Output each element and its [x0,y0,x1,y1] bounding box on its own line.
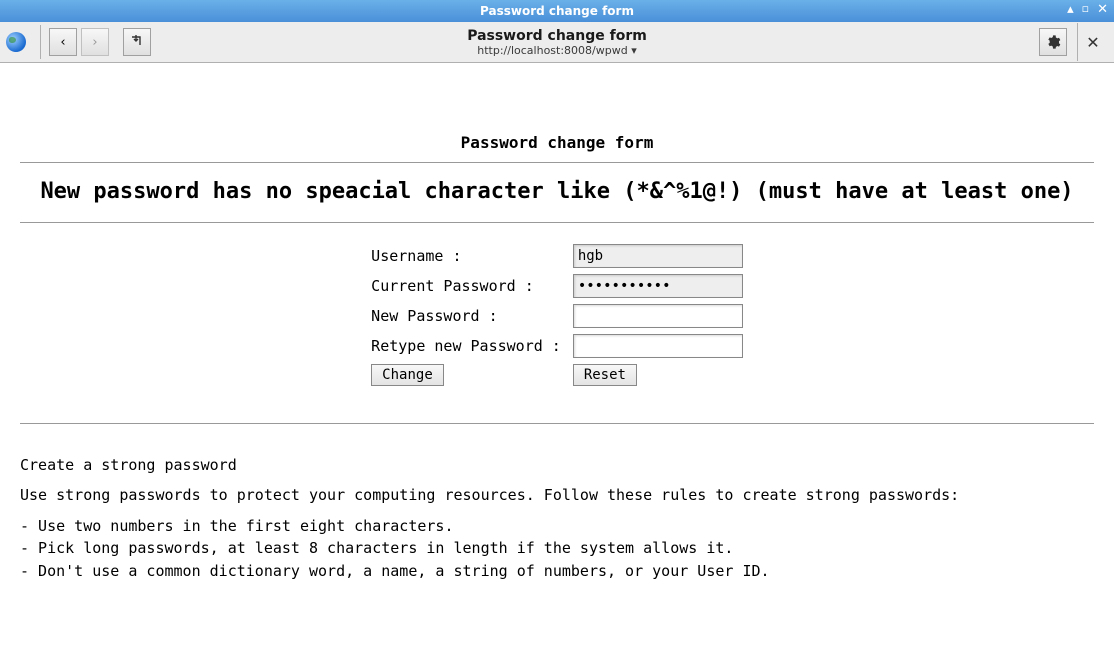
change-button[interactable]: Change [371,364,444,386]
gear-icon [1045,34,1061,50]
label-current-password: Current Password : [365,271,567,301]
address-display: Password change form http://localhost:80… [0,28,1114,57]
restore-icon[interactable]: ▫ [1080,0,1091,18]
page-heading: Password change form [20,133,1094,152]
settings-button[interactable] [1039,28,1067,56]
help-rule-2: - Pick long passwords, at least 8 charac… [20,537,1094,560]
row-current-password: Current Password : [365,271,749,301]
current-password-field [573,274,743,298]
close-window-icon[interactable]: ✕ [1095,1,1110,19]
help-section: Create a strong password Use strong pass… [20,454,1094,583]
reset-button[interactable]: Reset [573,364,637,386]
page-title-toolbar: Password change form [0,28,1114,44]
help-rule-1: - Use two numbers in the first eight cha… [20,515,1094,538]
minimize-icon[interactable]: ▴ [1065,1,1076,19]
username-field [573,244,743,268]
forward-button[interactable]: › [81,28,109,56]
label-username: Username : [365,241,567,271]
page-viewport[interactable]: Password change form New password has no… [0,63,1114,663]
globe-icon [6,32,26,52]
help-intro: Use strong passwords to protect your com… [20,484,1094,507]
error-message: New password has no speacial character l… [20,177,1094,208]
new-password-field[interactable] [573,304,743,328]
help-title: Create a strong password [20,454,1094,477]
password-form: Username : Current Password : New Passwo… [365,241,749,389]
window-titlebar: Password change form ▴ ▫ ✕ [0,0,1114,22]
divider [20,423,1094,424]
browser-toolbar: ‹ › Password change form http://localhos… [0,22,1114,63]
help-rule-3: - Don't use a common dictionary word, a … [20,560,1094,583]
row-username: Username : [365,241,749,271]
retype-password-field[interactable] [573,334,743,358]
row-retype-password: Retype new Password : [365,331,749,361]
row-new-password: New Password : [365,301,749,331]
download-button[interactable] [123,28,151,56]
window-title: Password change form [0,4,1114,18]
label-new-password: New Password : [365,301,567,331]
divider [20,222,1094,223]
page-url: http://localhost:8008/wpwd ▾ [0,44,1114,57]
toolbar-divider [40,25,41,59]
row-buttons: Change Reset [365,361,749,389]
close-tab-button[interactable]: ✕ [1077,23,1108,61]
back-button[interactable]: ‹ [49,28,77,56]
label-retype-password: Retype new Password : [365,331,567,361]
divider [20,162,1094,163]
